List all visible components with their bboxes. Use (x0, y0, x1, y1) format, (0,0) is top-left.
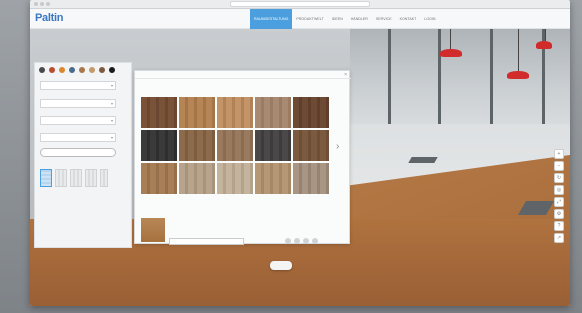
color-swatch[interactable] (79, 67, 85, 73)
material-tile[interactable] (141, 163, 177, 194)
zoom-in-icon[interactable]: + (554, 149, 564, 159)
material-tile[interactable] (217, 130, 253, 161)
help-icon[interactable]: ? (554, 221, 564, 231)
pattern-options (40, 169, 108, 187)
nav-tab[interactable]: Service (372, 9, 396, 29)
rotation-option[interactable] (294, 238, 300, 244)
nav-tab[interactable]: Händler (347, 9, 372, 29)
nav-tab[interactable]: Produktwelt (292, 9, 327, 29)
material-tile[interactable] (179, 163, 215, 194)
pattern-option[interactable] (55, 169, 67, 187)
camera-icon[interactable]: ◎ (554, 185, 564, 195)
window-minimize-icon[interactable] (40, 2, 44, 6)
zoom-out-icon[interactable]: − (554, 161, 564, 171)
material-tile[interactable] (217, 97, 253, 128)
browser-screen: Paltin Raumgestaltung Produktwelt Ideen Hän… (30, 0, 570, 306)
view-badge[interactable] (270, 261, 292, 270)
option-select[interactable] (40, 81, 116, 90)
pendant-lamp (507, 71, 529, 79)
app-navbar: Paltin Raumgestaltung Produktwelt Ideen Hän… (30, 9, 570, 29)
window-maximize-icon[interactable] (46, 2, 50, 6)
nav-tab[interactable]: Kontakt (396, 9, 421, 29)
pattern-option[interactable] (70, 169, 82, 187)
nav-tab[interactable]: Ideen (328, 9, 347, 29)
brand-logo[interactable]: Paltin (35, 12, 63, 24)
browser-toolbar (30, 0, 570, 9)
material-search-input[interactable] (169, 238, 244, 245)
color-swatch[interactable] (39, 67, 45, 73)
material-tile[interactable] (255, 97, 291, 128)
close-icon[interactable]: × (344, 72, 347, 78)
floor-vent (408, 157, 438, 163)
material-tile[interactable] (217, 163, 253, 194)
color-swatch[interactable] (89, 67, 95, 73)
view-toolbar: + − ↻ ◎ ⤢ ⚙ ? ↗ (554, 149, 568, 243)
material-picker-modal: × › (134, 70, 351, 245)
current-material-swatch (141, 218, 165, 242)
material-tile[interactable] (293, 97, 329, 128)
color-swatch[interactable] (109, 67, 115, 73)
color-swatch[interactable] (99, 67, 105, 73)
configurator-panel (34, 62, 132, 248)
rotate-icon[interactable]: ↻ (554, 173, 564, 183)
material-tile[interactable] (293, 130, 329, 161)
device-frame: Paltin Raumgestaltung Produktwelt Ideen Hän… (0, 0, 582, 313)
nav-tabs: Raumgestaltung Produktwelt Ideen Händler Ser… (250, 9, 440, 29)
material-tile[interactable] (141, 130, 177, 161)
material-tile[interactable] (141, 97, 177, 128)
color-swatch[interactable] (49, 67, 55, 73)
rotation-option[interactable] (303, 238, 309, 244)
material-tile[interactable] (179, 130, 215, 161)
option-select[interactable] (40, 116, 116, 125)
rotation-controls (285, 238, 318, 244)
pendant-lamp (536, 41, 552, 49)
pattern-option[interactable] (40, 169, 52, 187)
material-tile[interactable] (255, 130, 291, 161)
rotation-option[interactable] (285, 238, 291, 244)
color-swatch[interactable] (59, 67, 65, 73)
color-swatch-row (39, 67, 115, 73)
pattern-option[interactable] (100, 169, 108, 187)
nav-tab[interactable]: Raumgestaltung (250, 9, 293, 29)
fullscreen-icon[interactable]: ⤢ (554, 197, 564, 207)
material-tile[interactable] (293, 163, 329, 194)
material-tile[interactable] (179, 97, 215, 128)
rotation-option[interactable] (312, 238, 318, 244)
modal-header: × (135, 71, 351, 79)
material-grid (141, 97, 331, 195)
nav-tab[interactable]: Login (420, 9, 439, 29)
pendant-lamp (440, 49, 462, 57)
color-swatch[interactable] (69, 67, 75, 73)
material-tile[interactable] (255, 163, 291, 194)
chevron-right-icon[interactable]: › (336, 141, 339, 152)
apply-button[interactable] (40, 148, 116, 157)
address-bar[interactable] (230, 1, 370, 7)
room-3d-view[interactable]: + − ↻ ◎ ⤢ ⚙ ? ↗ ▾ ▾ ▾ ▾ × › (30, 29, 570, 306)
window-controls (34, 2, 50, 6)
settings-icon[interactable]: ⚙ (554, 209, 564, 219)
window-close-icon[interactable] (34, 2, 38, 6)
option-select[interactable] (40, 133, 116, 142)
share-icon[interactable]: ↗ (554, 233, 564, 243)
option-select[interactable] (40, 99, 116, 108)
pattern-option[interactable] (85, 169, 97, 187)
